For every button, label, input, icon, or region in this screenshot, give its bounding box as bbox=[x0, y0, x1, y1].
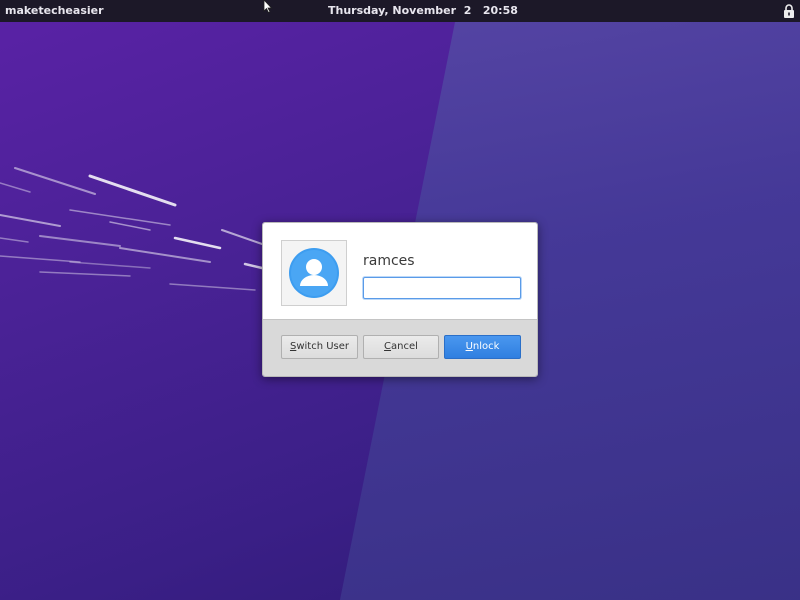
unlock-dialog: ramces Switch User Cancel Unlock bbox=[262, 222, 538, 377]
host-name-label: maketecheasier bbox=[5, 4, 104, 17]
password-field[interactable] bbox=[363, 277, 521, 299]
cancel-button[interactable]: Cancel bbox=[363, 335, 439, 359]
lock-screen: maketecheasier Thursday, November 2 20:5… bbox=[0, 0, 800, 600]
time-label: 20:58 bbox=[482, 4, 518, 17]
lock-icon[interactable] bbox=[783, 4, 795, 18]
cancel-label: ancel bbox=[391, 341, 418, 352]
top-panel: maketecheasier Thursday, November 2 20:5… bbox=[0, 0, 800, 22]
unlock-button[interactable]: Unlock bbox=[444, 335, 521, 359]
clock[interactable]: Thursday, November 2 20:58 bbox=[328, 0, 518, 22]
mouse-pointer-icon bbox=[263, 0, 273, 13]
unlock-label: nlock bbox=[472, 341, 500, 352]
user-name-label: ramces bbox=[363, 253, 415, 269]
avatar-frame bbox=[281, 240, 347, 306]
switch-user-label: witch User bbox=[296, 341, 350, 352]
switch-user-button[interactable]: Switch User bbox=[281, 335, 358, 359]
unlock-accel: U bbox=[465, 341, 473, 352]
dialog-content: ramces bbox=[263, 223, 537, 319]
cancel-accel: C bbox=[384, 341, 392, 352]
user-avatar-icon bbox=[289, 248, 339, 298]
date-label: Thursday, November 2 bbox=[328, 4, 472, 17]
